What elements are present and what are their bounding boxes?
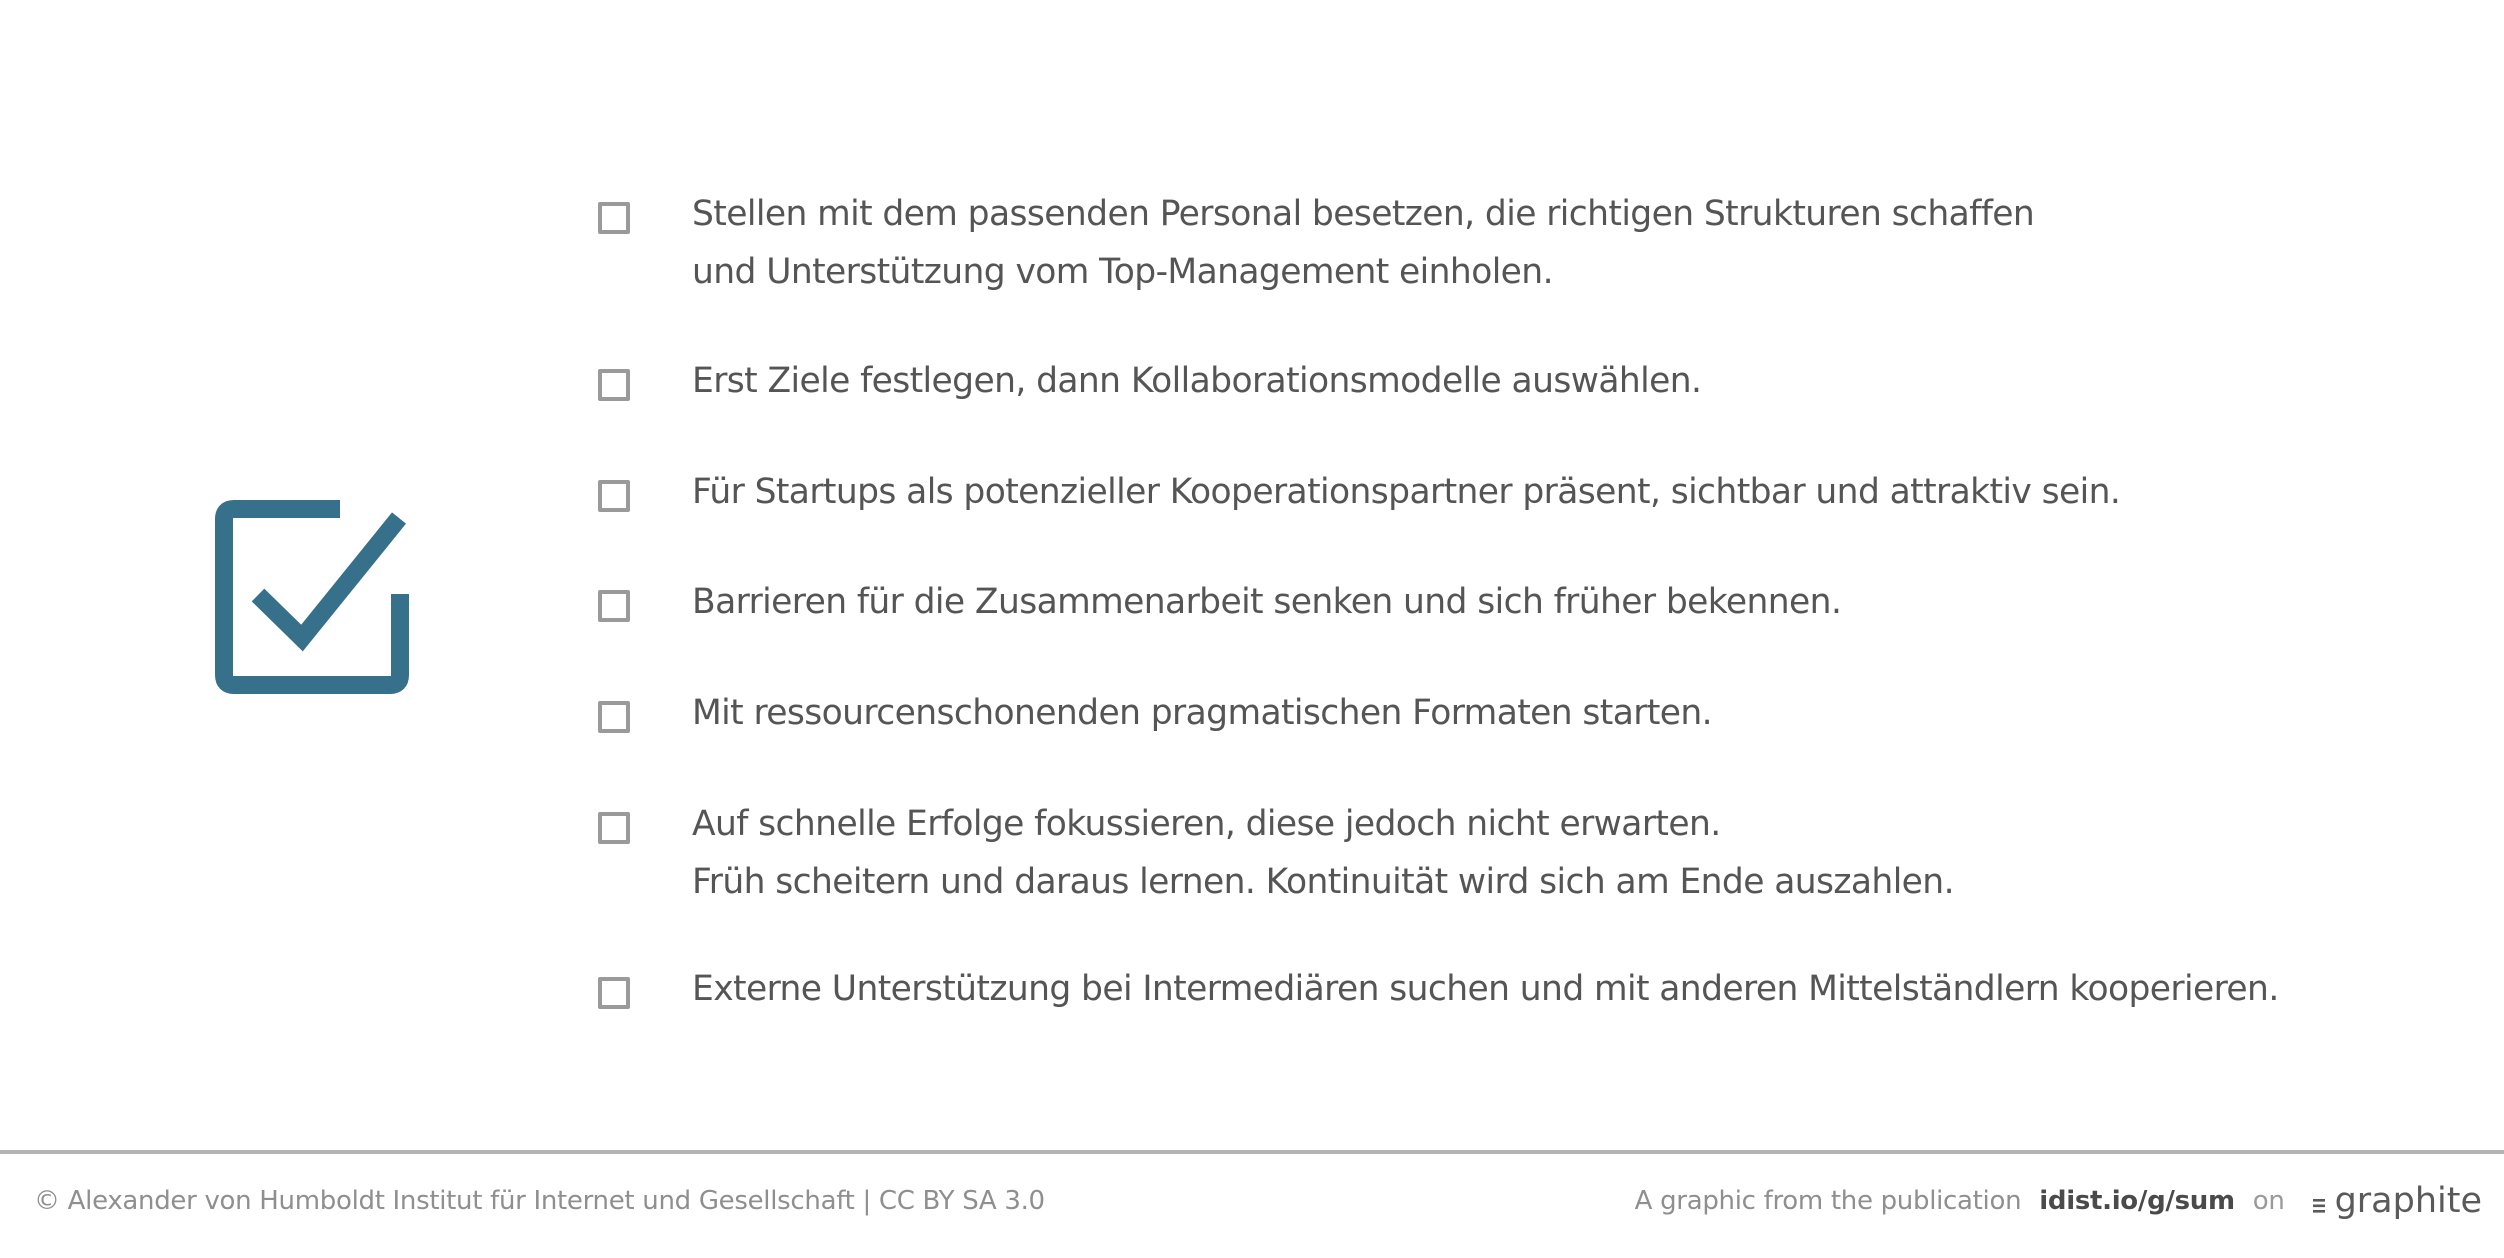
checklist-item-text: Für Startups als potenzieller Kooperatio… xyxy=(692,463,2121,521)
checkbox[interactable] xyxy=(598,590,630,622)
graphite-logo[interactable]: graphite xyxy=(2311,1181,2482,1221)
checklist-item-line: Mit ressourcenschonenden pragmatischen F… xyxy=(692,693,1713,733)
graphite-logo-icon xyxy=(2311,1192,2327,1213)
checklist-item-line: Auf schnelle Erfolge fokussieren, diese … xyxy=(692,804,1721,844)
checkbox[interactable] xyxy=(598,480,630,512)
checklist-item-line: Barrieren für die Zusammenarbeit senken … xyxy=(692,582,1842,622)
checkbox[interactable] xyxy=(598,977,630,1009)
checklist-item-text: Barrieren für die Zusammenarbeit senken … xyxy=(692,573,1842,631)
checklist-item-text: Erst Ziele festlegen, dann Kollaboration… xyxy=(692,352,1702,410)
publication-prefix: A graphic from the publication xyxy=(1634,1186,2022,1216)
checklist-item-line: Früh scheitern und daraus lernen. Kontin… xyxy=(692,862,1955,902)
checklist-item-line: und Unterstützung vom Top-Management ein… xyxy=(692,252,1554,292)
checkbox[interactable] xyxy=(598,202,630,234)
checklist-item-text: Mit ressourcenschonenden pragmatischen F… xyxy=(692,684,1713,742)
checkbox[interactable] xyxy=(598,812,630,844)
checklist-item-text: Stellen mit dem passenden Personal beset… xyxy=(692,185,2035,301)
checklist-item-line: Erst Ziele festlegen, dann Kollaboration… xyxy=(692,361,1702,401)
checklist-item-line: Stellen mit dem passenden Personal beset… xyxy=(692,194,2035,234)
on-label: on xyxy=(2252,1186,2285,1216)
publication-credit: A graphic from the publication idist.io/… xyxy=(1635,1178,2482,1224)
checkbox[interactable] xyxy=(598,369,630,401)
publication-link[interactable]: idist.io/g/sum xyxy=(2039,1186,2235,1216)
checkbox[interactable] xyxy=(598,701,630,733)
copyright-notice: © Alexander von Humboldt Institut für In… xyxy=(34,1186,1045,1216)
checklist-item-text: Auf schnelle Erfolge fokussieren, diese … xyxy=(692,795,1955,911)
checklist-item-line: Für Startups als potenzieller Kooperatio… xyxy=(692,472,2121,512)
checklist-item-line: Externe Unterstützung bei Intermediären … xyxy=(692,969,2279,1009)
checked-checkbox-icon xyxy=(214,499,410,695)
graphite-brand-name: graphite xyxy=(2334,1181,2482,1221)
checklist-item-text: Externe Unterstützung bei Intermediären … xyxy=(692,960,2279,1018)
footer-divider xyxy=(0,1150,2504,1154)
